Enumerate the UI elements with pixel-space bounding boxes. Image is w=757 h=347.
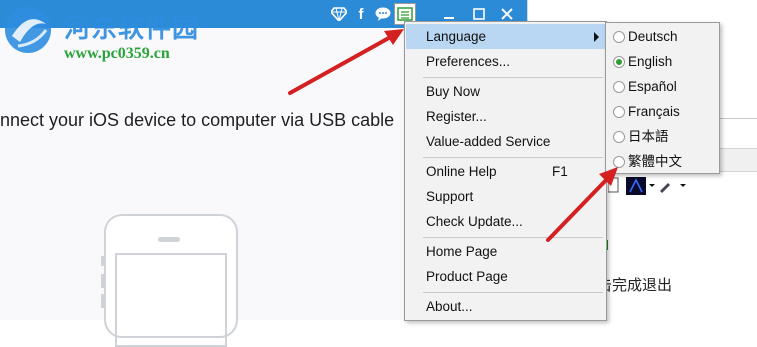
connect-instruction: nnect your iOS device to computer via US… <box>0 110 395 130</box>
menu-item-home-page[interactable]: Home Page <box>406 239 605 264</box>
phone-illustration <box>101 214 238 347</box>
language-option-japanese[interactable]: 日本語 <box>610 124 718 149</box>
menu-item-label: Register... <box>426 109 487 124</box>
watermark-logo-icon <box>2 6 58 58</box>
phone-side-button <box>101 294 104 308</box>
facebook-icon[interactable]: f <box>350 3 372 25</box>
menu-item-label: About... <box>426 299 473 314</box>
chat-icon[interactable] <box>372 3 394 25</box>
radio-button[interactable] <box>613 81 625 93</box>
language-option-espanol[interactable]: Español <box>610 74 718 99</box>
menu-item-label: Support <box>426 189 474 204</box>
menu-item-check-update[interactable]: Check Update... <box>406 209 605 234</box>
radio-button[interactable] <box>613 106 625 118</box>
menu-item-preferences[interactable]: Preferences... <box>406 49 605 74</box>
language-label: Deutsch <box>628 29 678 44</box>
phone-side-button <box>101 256 104 266</box>
submenu-arrow-icon <box>594 32 599 42</box>
menu-item-online-help[interactable]: Online Help F1 <box>406 159 605 184</box>
language-option-traditional-chinese[interactable]: 繁體中文 <box>610 149 718 174</box>
language-label: 繁體中文 <box>628 154 682 169</box>
menu-item-value-added[interactable]: Value-added Service <box>406 129 605 154</box>
menu-item-label: Buy Now <box>426 84 481 99</box>
watermark-title: 河东软件园 <box>64 14 200 44</box>
menu-separator <box>423 237 603 238</box>
phone-screen <box>115 253 227 347</box>
menu-item-label: Check Update... <box>426 214 523 229</box>
language-submenu: Deutsch English Español Français 日本語 繁體中… <box>605 22 720 174</box>
menu-item-register[interactable]: Register... <box>406 104 605 129</box>
menu-item-label: Preferences... <box>426 54 511 69</box>
radio-button-selected[interactable] <box>613 56 625 68</box>
menu-item-label: Online Help <box>426 164 497 179</box>
language-label: Français <box>628 104 680 119</box>
menu-separator <box>423 292 603 293</box>
background-chinese-text: 击完成退出 <box>597 276 673 294</box>
menu-item-buy-now[interactable]: Buy Now <box>406 79 605 104</box>
menu-item-label: Value-added Service <box>426 134 551 149</box>
menu-item-label: Language <box>426 29 487 44</box>
menu-separator <box>423 77 603 78</box>
watermark-url: www.pc0359.cn <box>64 45 170 62</box>
diamond-icon[interactable] <box>328 3 350 25</box>
context-menu: Language Preferences... Buy Now Register… <box>404 21 607 321</box>
menu-item-support[interactable]: Support <box>406 184 605 209</box>
phone-speaker <box>158 237 180 242</box>
titlebar-icons: f <box>328 0 416 28</box>
menu-item-about[interactable]: About... <box>406 294 605 319</box>
background-toolbar <box>607 176 757 196</box>
language-label: Español <box>628 79 677 94</box>
language-option-english[interactable]: English <box>610 49 718 74</box>
radio-button[interactable] <box>613 156 625 168</box>
menu-item-shortcut: F1 <box>552 164 568 179</box>
language-option-deutsch[interactable]: Deutsch <box>610 24 718 49</box>
language-label: English <box>628 54 673 69</box>
language-option-francais[interactable]: Français <box>610 99 718 124</box>
menu-item-language[interactable]: Language <box>406 24 605 49</box>
menu-item-product-page[interactable]: Product Page <box>406 264 605 289</box>
language-label: 日本語 <box>628 129 669 144</box>
menu-item-label: Home Page <box>426 244 498 259</box>
menu-separator <box>423 157 603 158</box>
menu-item-label: Product Page <box>426 269 508 284</box>
phone-side-button <box>101 274 104 288</box>
radio-button[interactable] <box>613 31 625 43</box>
radio-button[interactable] <box>613 131 625 143</box>
